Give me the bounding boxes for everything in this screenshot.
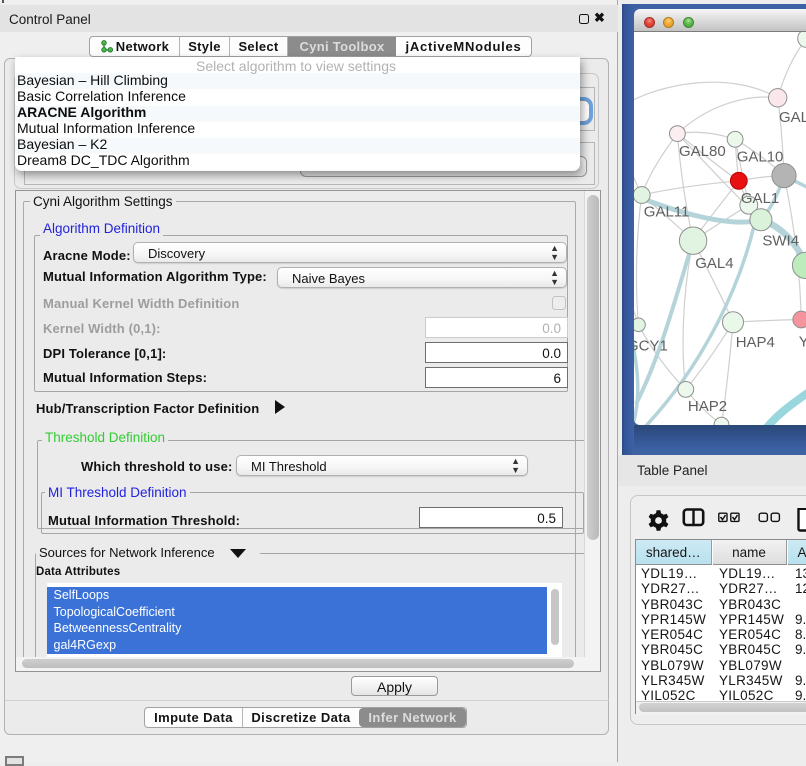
svg-text:HAP2: HAP2 [688,398,727,415]
svg-text:GAL1: GAL1 [741,190,779,207]
svg-text:GAL2: GAL2 [779,109,806,126]
svg-text:SWI4: SWI4 [762,233,799,250]
svg-text:GAL10: GAL10 [737,149,784,166]
svg-text:HAP4: HAP4 [736,334,775,351]
svg-text:GAL80: GAL80 [679,143,726,160]
svg-text:Y: Y [799,334,806,351]
svg-text:GAL4: GAL4 [695,255,733,272]
svg-text:GAL11: GAL11 [644,204,690,221]
svg-text:GCY1: GCY1 [634,338,668,355]
